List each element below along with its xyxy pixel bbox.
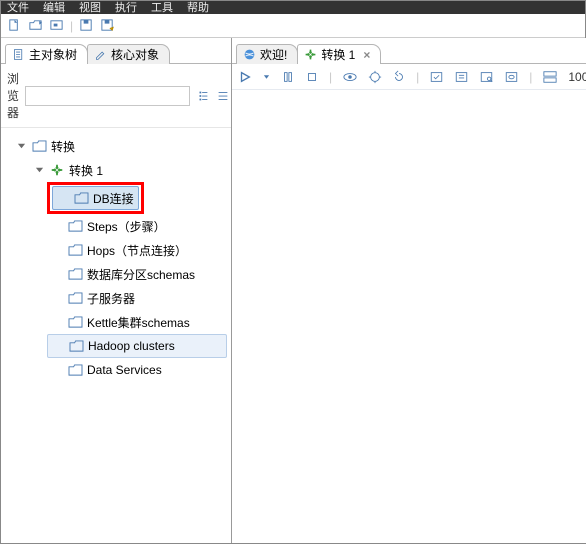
close-icon[interactable]: × xyxy=(363,48,370,62)
tab-trans1-label: 转换 1 xyxy=(321,46,355,63)
tree-item-dataservices-label: Data Services xyxy=(87,363,162,377)
folder-icon xyxy=(67,244,83,257)
zoom-level[interactable]: 100% xyxy=(568,70,586,84)
transformation-icon xyxy=(304,48,317,61)
save-as-icon[interactable] xyxy=(100,18,115,33)
tree-item-steps-label: Steps（步骤） xyxy=(87,218,166,235)
menu-edit[interactable]: 编辑 xyxy=(43,3,65,14)
left-tabs: 主对象树 核心对象 xyxy=(1,38,231,64)
collapse-all-icon[interactable] xyxy=(216,89,230,103)
tab-main-tree-label: 主对象树 xyxy=(29,46,77,63)
debug-icon[interactable] xyxy=(368,70,382,84)
explore-icon[interactable] xyxy=(49,18,64,33)
run-options-icon[interactable] xyxy=(262,70,271,84)
transformation-icon xyxy=(49,163,65,177)
tree-item-hops[interactable]: Hops（节点连接） xyxy=(47,238,227,262)
pencil-icon xyxy=(94,48,107,61)
tab-welcome-label: 欢迎! xyxy=(260,46,287,63)
tab-core-objects[interactable]: 核心对象 xyxy=(87,44,170,64)
explore-db-icon[interactable] xyxy=(504,70,519,84)
toolbar-separator: | xyxy=(329,70,332,84)
tree-item-trans1[interactable]: 转换 1 xyxy=(29,158,227,182)
menu-file[interactable]: 文件 xyxy=(7,3,29,14)
folder-icon xyxy=(67,292,83,305)
search-input[interactable] xyxy=(25,86,190,106)
folder-icon xyxy=(67,220,83,233)
editor-toolbar: | | | 100% xyxy=(232,64,586,90)
folder-icon xyxy=(31,140,47,153)
globe-icon xyxy=(243,48,256,61)
run-icon[interactable] xyxy=(238,70,252,84)
tree-item-dataservices[interactable]: Data Services xyxy=(47,358,227,382)
menu-help[interactable]: 帮助 xyxy=(187,3,209,14)
editor-canvas[interactable] xyxy=(232,90,586,543)
menu-view[interactable]: 视图 xyxy=(79,3,101,14)
pause-icon[interactable] xyxy=(281,70,295,84)
tree-root-label: 转换 xyxy=(51,138,75,155)
tree-item-trans1-label: 转换 1 xyxy=(69,162,103,179)
tree-root-transformations[interactable]: 转换 xyxy=(11,134,227,158)
toolbar-separator: | xyxy=(529,70,532,84)
object-tree: 转换 转换 1 xyxy=(1,128,231,543)
tab-welcome[interactable]: 欢迎! xyxy=(236,44,298,64)
editor-tabs: 欢迎! 转换 1 × xyxy=(232,38,586,64)
tree-item-slave-label: 子服务器 xyxy=(87,290,135,307)
left-panel: 主对象树 核心对象 浏览器 xyxy=(1,38,232,543)
tab-core-objects-label: 核心对象 xyxy=(111,46,159,63)
menu-run[interactable]: 执行 xyxy=(115,3,137,14)
folder-icon xyxy=(67,364,83,377)
tree-item-cluster-label: Kettle集群schemas xyxy=(87,314,190,331)
toolbar-separator: | xyxy=(70,19,73,33)
tree-item-db-label: DB连接 xyxy=(93,190,134,207)
impact-icon[interactable] xyxy=(454,70,469,84)
open-file-icon[interactable] xyxy=(28,18,43,33)
app-toolbar: | xyxy=(1,14,585,38)
save-icon[interactable] xyxy=(79,18,94,33)
folder-icon xyxy=(73,192,89,205)
tree-item-hadoop-label: Hadoop clusters xyxy=(88,339,175,353)
tree-item-partition-label: 数据库分区schemas xyxy=(87,266,195,283)
tree-item-cluster[interactable]: Kettle集群schemas xyxy=(47,310,227,334)
preview-icon[interactable] xyxy=(342,70,358,84)
verify-icon[interactable] xyxy=(429,70,444,84)
collapse-icon[interactable] xyxy=(33,166,45,175)
folder-icon xyxy=(68,340,84,353)
toolbar-separator: | xyxy=(416,70,419,84)
collapse-icon[interactable] xyxy=(15,142,27,151)
tree-item-db-connection[interactable]: DB连接 xyxy=(52,186,139,210)
tree-item-hops-label: Hops（节点连接） xyxy=(87,242,187,259)
expand-all-icon[interactable] xyxy=(196,89,210,103)
menu-tools[interactable]: 工具 xyxy=(151,3,173,14)
sql-icon[interactable] xyxy=(479,70,494,84)
show-results-icon[interactable] xyxy=(542,70,558,84)
document-icon xyxy=(12,48,25,61)
folder-icon xyxy=(67,268,83,281)
tree-item-steps[interactable]: Steps（步骤） xyxy=(47,214,227,238)
stop-icon[interactable] xyxy=(305,70,319,84)
tree-item-partition[interactable]: 数据库分区schemas xyxy=(47,262,227,286)
tab-main-tree[interactable]: 主对象树 xyxy=(5,44,88,64)
tree-item-slave[interactable]: 子服务器 xyxy=(47,286,227,310)
browser-label: 浏览器 xyxy=(7,70,19,121)
tree-item-hadoop[interactable]: Hadoop clusters xyxy=(47,334,227,358)
replay-icon[interactable] xyxy=(392,70,406,84)
menubar: 文件 编辑 视图 执行 工具 帮助 xyxy=(1,1,585,14)
browser-row: 浏览器 xyxy=(1,64,231,128)
right-panel: 欢迎! 转换 1 × | | | xyxy=(232,38,586,543)
highlight-db-connection: DB连接 xyxy=(47,182,144,214)
new-file-icon[interactable] xyxy=(7,18,22,33)
tab-trans1[interactable]: 转换 1 × xyxy=(297,44,381,64)
folder-icon xyxy=(67,316,83,329)
